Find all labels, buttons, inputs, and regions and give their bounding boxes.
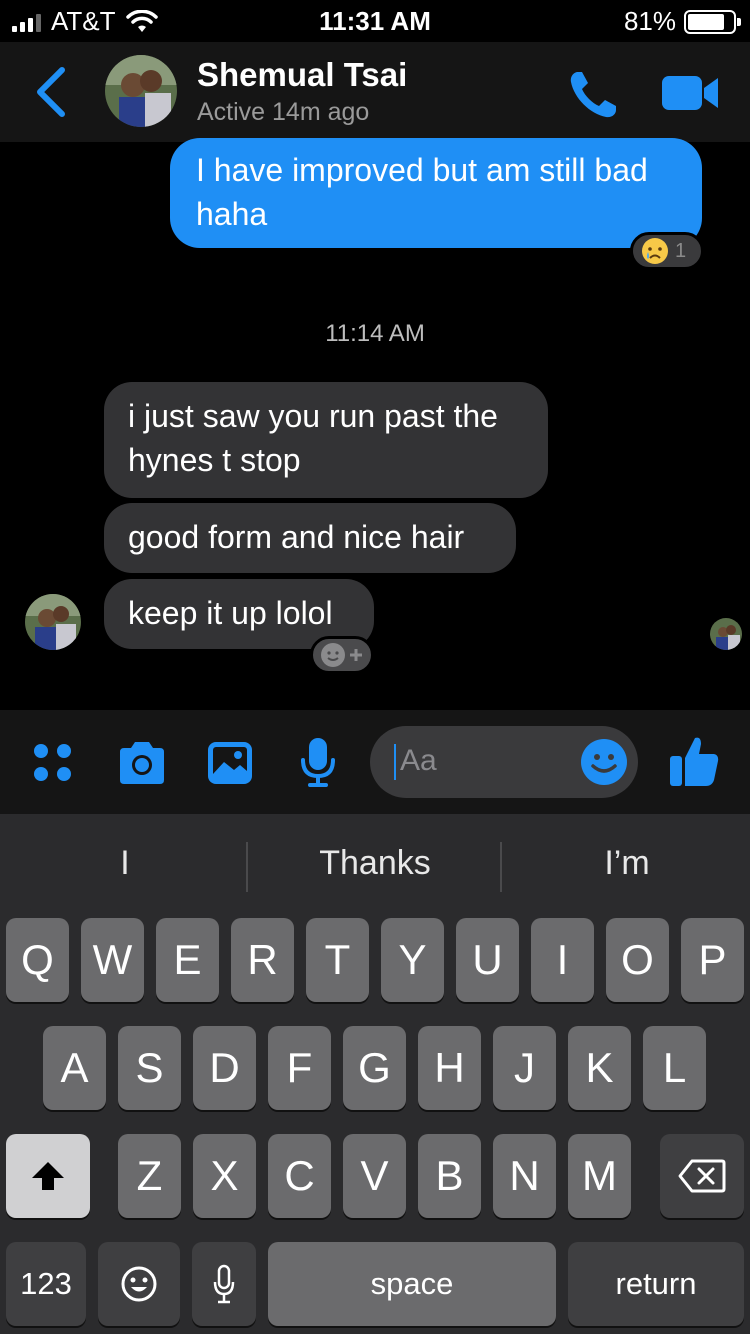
- suggestion[interactable]: I: [0, 844, 250, 883]
- crying-emoji-icon: [642, 238, 668, 264]
- emoji-key[interactable]: [98, 1242, 180, 1326]
- message-composer: Aa: [0, 710, 750, 814]
- add-reaction-button[interactable]: [310, 636, 374, 674]
- contact-name[interactable]: Shemual Tsai: [197, 56, 407, 94]
- active-status: Active 14m ago: [197, 98, 370, 126]
- key[interactable]: A: [43, 1026, 106, 1110]
- backspace-icon: [678, 1159, 726, 1193]
- key[interactable]: Q: [6, 918, 69, 1002]
- contact-avatar[interactable]: [105, 55, 177, 127]
- key[interactable]: N: [493, 1134, 556, 1218]
- microphone-icon: [213, 1264, 235, 1304]
- more-apps-icon[interactable]: [32, 742, 76, 786]
- key[interactable]: B: [418, 1134, 481, 1218]
- message-input[interactable]: Aa: [370, 726, 638, 798]
- status-bar: AT&T 11:31 AM 81%: [0, 0, 750, 42]
- key[interactable]: L: [643, 1026, 706, 1110]
- key[interactable]: I: [531, 918, 594, 1002]
- key[interactable]: K: [568, 1026, 631, 1110]
- key[interactable]: T: [306, 918, 369, 1002]
- key[interactable]: R: [231, 918, 294, 1002]
- incoming-message[interactable]: i just saw you run past the hynes t stop: [104, 382, 548, 498]
- video-call-icon[interactable]: [660, 72, 720, 114]
- space-key[interactable]: space: [268, 1242, 556, 1326]
- key[interactable]: W: [81, 918, 144, 1002]
- plus-icon: [350, 649, 362, 661]
- thumbs-up-icon[interactable]: [668, 734, 720, 788]
- key[interactable]: H: [418, 1026, 481, 1110]
- microphone-icon[interactable]: [298, 736, 338, 788]
- smiley-icon: [321, 643, 345, 667]
- key[interactable]: V: [343, 1134, 406, 1218]
- key[interactable]: S: [118, 1026, 181, 1110]
- keyboard: I Thanks I’m Q W E R T Y U I O P A S D F…: [0, 814, 750, 1334]
- predictive-bar: I Thanks I’m: [0, 814, 750, 918]
- shift-arrow-icon: [32, 1162, 64, 1190]
- key[interactable]: O: [606, 918, 669, 1002]
- message-timestamp: 11:14 AM: [325, 320, 425, 347]
- camera-icon[interactable]: [116, 740, 168, 786]
- key[interactable]: Y: [381, 918, 444, 1002]
- emoji-face-icon: [121, 1266, 157, 1302]
- numbers-key[interactable]: 123: [6, 1242, 86, 1326]
- back-chevron-icon[interactable]: [28, 64, 78, 120]
- key[interactable]: G: [343, 1026, 406, 1110]
- conversation-header: Shemual Tsai Active 14m ago: [0, 42, 750, 142]
- key[interactable]: D: [193, 1026, 256, 1110]
- incoming-message[interactable]: good form and nice hair: [104, 503, 516, 573]
- key[interactable]: U: [456, 918, 519, 1002]
- suggestion-divider: [246, 842, 248, 892]
- backspace-key[interactable]: [660, 1134, 744, 1218]
- key[interactable]: F: [268, 1026, 331, 1110]
- key[interactable]: X: [193, 1134, 256, 1218]
- shift-key[interactable]: [6, 1134, 90, 1218]
- message-input-placeholder: Aa: [400, 744, 437, 777]
- avatar-photo-icon: [710, 618, 742, 650]
- key[interactable]: E: [156, 918, 219, 1002]
- suggestion[interactable]: Thanks: [250, 844, 500, 883]
- battery-icon: [684, 9, 741, 34]
- sender-avatar[interactable]: [25, 594, 81, 650]
- key[interactable]: M: [568, 1134, 631, 1218]
- battery-percent: 81%: [623, 6, 676, 36]
- return-key[interactable]: return: [568, 1242, 744, 1326]
- key[interactable]: P: [681, 918, 744, 1002]
- suggestion[interactable]: I’m: [502, 844, 750, 883]
- message-reaction[interactable]: 1: [630, 232, 704, 270]
- outgoing-message[interactable]: I have improved but am still bad haha: [170, 138, 702, 248]
- avatar-photo-icon: [25, 594, 81, 650]
- phone-call-icon[interactable]: [566, 66, 622, 122]
- dictation-key[interactable]: [192, 1242, 256, 1326]
- avatar-photo-icon: [105, 55, 177, 127]
- status-right: 81%: [623, 6, 741, 37]
- key[interactable]: J: [493, 1026, 556, 1110]
- reaction-count: 1: [675, 239, 687, 262]
- key[interactable]: Z: [118, 1134, 181, 1218]
- key[interactable]: C: [268, 1134, 331, 1218]
- read-receipt-avatar: [710, 618, 742, 650]
- emoji-icon[interactable]: [580, 738, 628, 786]
- photo-gallery-icon[interactable]: [206, 740, 254, 786]
- text-caret: [394, 744, 396, 780]
